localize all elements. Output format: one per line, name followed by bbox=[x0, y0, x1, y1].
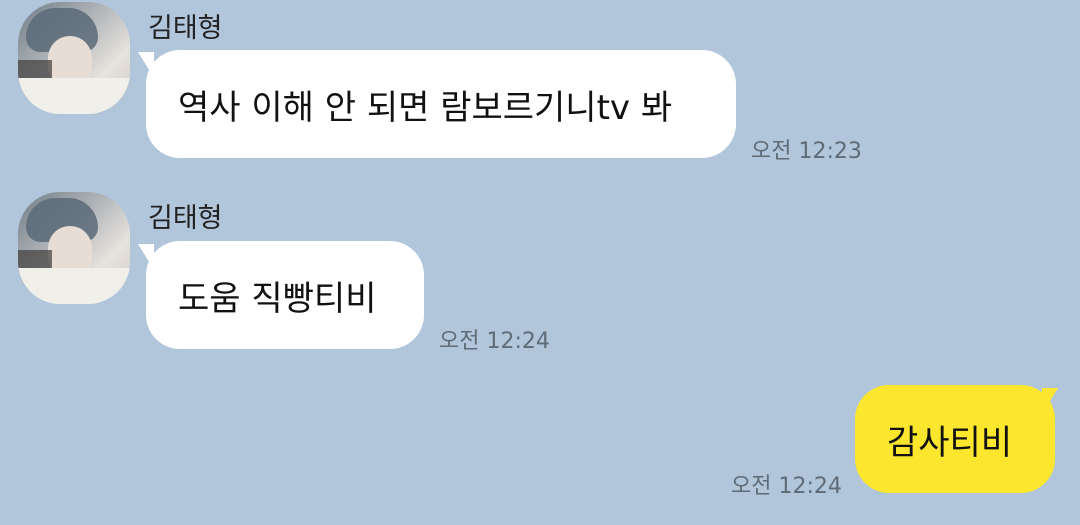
sender-avatar[interactable] bbox=[18, 2, 130, 114]
message-bubble[interactable]: 역사 이해 안 되면 람보르기니tv 봐 bbox=[146, 50, 736, 158]
sender-name: 김태형 bbox=[148, 203, 223, 234]
message-bubble[interactable]: 감사티비 bbox=[855, 385, 1055, 493]
message-text: 감사티비 bbox=[887, 422, 1013, 463]
message-text: 도움 직빵티비 bbox=[178, 278, 377, 319]
message-time: 오전 12:23 bbox=[751, 139, 862, 164]
message-text: 역사 이해 안 되면 람보르기니tv 봐 bbox=[178, 87, 673, 128]
message-bubble[interactable]: 도움 직빵티비 bbox=[146, 241, 424, 349]
sender-name: 김태형 bbox=[148, 13, 223, 44]
message-time: 오전 12:24 bbox=[731, 474, 842, 499]
sender-avatar[interactable] bbox=[18, 192, 130, 304]
message-time: 오전 12:24 bbox=[439, 329, 550, 354]
